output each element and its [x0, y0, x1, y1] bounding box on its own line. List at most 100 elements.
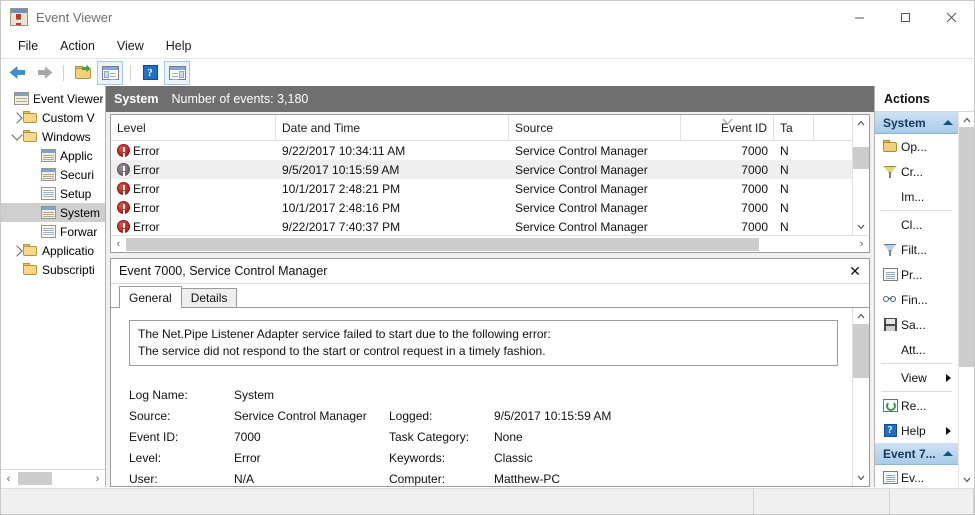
list-scroll-up-arrow[interactable] — [853, 115, 869, 131]
menu-action[interactable]: Action — [49, 36, 106, 56]
event-properties-icon — [882, 471, 898, 484]
tree-twisty[interactable] — [10, 111, 23, 124]
event-detail-scrollbar[interactable] — [852, 308, 869, 486]
tree-scroll-track[interactable] — [16, 472, 90, 485]
action-item-cr[interactable]: Cr... — [875, 159, 958, 184]
field-value: 7000 — [234, 429, 261, 444]
tree-node-1[interactable]: Custom V — [1, 108, 105, 127]
tree-node-label: Event Viewer ( — [33, 91, 103, 106]
tab-details[interactable]: Details — [180, 288, 238, 307]
actions-scroll-up-arrow[interactable] — [959, 112, 974, 127]
tree-scroll-right-arrow[interactable]: › — [90, 471, 105, 486]
event-list-rows: Error 9/22/2017 10:34:11 AM Service Contro… — [111, 141, 852, 235]
show-hide-action-pane-button[interactable] — [164, 60, 190, 85]
action-item-label: View — [901, 370, 927, 385]
column-header-datetime[interactable]: Date and Time — [276, 115, 509, 140]
action-item-pr[interactable]: Pr... — [875, 262, 958, 287]
list-hscroll-track[interactable] — [126, 237, 854, 251]
tree-node-7[interactable]: Forwar — [1, 222, 105, 241]
collapse-chevron-icon[interactable] — [943, 120, 953, 125]
collapse-chevron-icon[interactable] — [943, 451, 953, 456]
menu-view[interactable]: View — [106, 36, 155, 56]
cell-level: Error — [111, 144, 276, 158]
actions-list: System Op... Cr... Im... Cl... Filt... Pr... Fi… — [875, 112, 958, 487]
table-row[interactable]: Error 9/22/2017 10:34:11 AM Service Contro… — [111, 141, 852, 160]
tab-general[interactable]: General — [119, 286, 182, 308]
detail-scroll-thumb[interactable] — [853, 324, 869, 378]
list-scroll-thumb[interactable] — [853, 147, 869, 169]
menu-help[interactable]: Help — [155, 36, 203, 56]
tree-node-8[interactable]: Applicatio — [1, 241, 105, 260]
applications-folder-icon — [23, 244, 38, 257]
help-button[interactable]: ? — [138, 62, 162, 84]
actions-separator — [881, 391, 952, 392]
actions-vertical-scrollbar[interactable] — [958, 112, 974, 487]
tree-scroll-thumb[interactable] — [18, 472, 52, 485]
sort-indicator-icon — [724, 116, 733, 121]
action-item-fin[interactable]: Fin... — [875, 287, 958, 312]
cell-source: Service Control Manager — [515, 181, 648, 196]
tree-node-0[interactable]: Event Viewer ( — [1, 89, 105, 108]
back-button[interactable] — [6, 62, 30, 84]
actions-section-header[interactable]: System — [875, 112, 958, 134]
action-item-label: Cl... — [901, 217, 923, 232]
table-row[interactable]: Error 10/1/2017 2:48:21 PM Service Control… — [111, 179, 852, 198]
detail-close-button[interactable]: ✕ — [845, 261, 865, 281]
table-row[interactable]: Error 10/1/2017 2:48:16 PM Service Control… — [111, 198, 852, 217]
cell-task-category: N — [780, 162, 789, 177]
actions-scroll-thumb[interactable] — [959, 127, 974, 367]
detail-scroll-up-arrow[interactable] — [853, 308, 869, 324]
tree-node-5[interactable]: Setup — [1, 184, 105, 203]
tree-node-6[interactable]: System — [1, 203, 105, 222]
list-hscroll-right-arrow[interactable]: › — [854, 237, 869, 252]
menu-bar: File Action View Help — [1, 33, 974, 59]
list-hscroll-thumb[interactable] — [126, 237, 759, 251]
column-header-task_category[interactable]: Ta — [774, 115, 814, 140]
tree-twisty[interactable] — [10, 244, 23, 257]
tree-scroll-left-arrow[interactable]: ‹ — [1, 471, 16, 486]
maximize-button[interactable] — [882, 1, 928, 33]
actions-scroll-down-arrow[interactable] — [959, 472, 974, 487]
list-hscroll-left-arrow[interactable]: ‹ — [111, 237, 126, 252]
event-detail-content: The Net.Pipe Listener Adapter service fa… — [111, 308, 852, 486]
tree-node-2[interactable]: Windows — [1, 127, 105, 146]
tree-node-3[interactable]: Applic — [1, 146, 105, 165]
tree-twisty[interactable] — [10, 129, 23, 141]
detail-scroll-down-arrow[interactable] — [853, 470, 869, 486]
action-item-help[interactable]: ? Help — [875, 418, 958, 443]
menu-file[interactable]: File — [7, 36, 49, 56]
action-item-re[interactable]: Re... — [875, 393, 958, 418]
table-row[interactable]: Error 9/22/2017 7:40:37 PM Service Control… — [111, 217, 852, 235]
column-header-source[interactable]: Source — [509, 115, 681, 140]
action-item-att[interactable]: Att... — [875, 337, 958, 362]
action-item-filt[interactable]: Filt... — [875, 237, 958, 262]
action-item-label: Sa... — [901, 317, 926, 332]
action-item-sa[interactable]: Sa... — [875, 312, 958, 337]
field-label: Event ID: — [129, 429, 179, 444]
actions-separator — [881, 363, 952, 364]
event-list-vertical-scrollbar[interactable] — [852, 115, 869, 235]
action-item-ev[interactable]: Ev... — [875, 465, 958, 487]
column-header-level[interactable]: Level — [111, 115, 276, 140]
action-item-view[interactable]: View — [875, 365, 958, 390]
tree-node-4[interactable]: Securi — [1, 165, 105, 184]
action-item-op[interactable]: Op... — [875, 134, 958, 159]
event-list-horizontal-scrollbar[interactable]: ‹ › — [111, 235, 869, 252]
action-item-im[interactable]: Im... — [875, 184, 958, 209]
up-one-level-button[interactable] — [71, 62, 95, 84]
action-item-cl[interactable]: Cl... — [875, 212, 958, 237]
list-scroll-track[interactable] — [853, 131, 869, 219]
actions-scroll-track[interactable] — [959, 127, 974, 472]
cell-source: Service Control Manager — [515, 143, 648, 158]
table-row[interactable]: Error 9/5/2017 10:15:59 AM Service Control… — [111, 160, 852, 179]
show-hide-console-tree-button[interactable] — [97, 60, 123, 85]
actions-section-header[interactable]: Event 7... — [875, 443, 958, 465]
tree-node-9[interactable]: Subscripti — [1, 260, 105, 279]
detail-scroll-track[interactable] — [853, 324, 869, 470]
list-scroll-down-arrow[interactable] — [853, 219, 869, 235]
tree-horizontal-scrollbar[interactable]: ‹ › — [1, 469, 105, 487]
close-button[interactable] — [928, 1, 974, 33]
forward-button[interactable] — [32, 62, 56, 84]
minimize-button[interactable] — [836, 1, 882, 33]
tree-node-label: System — [60, 205, 101, 220]
